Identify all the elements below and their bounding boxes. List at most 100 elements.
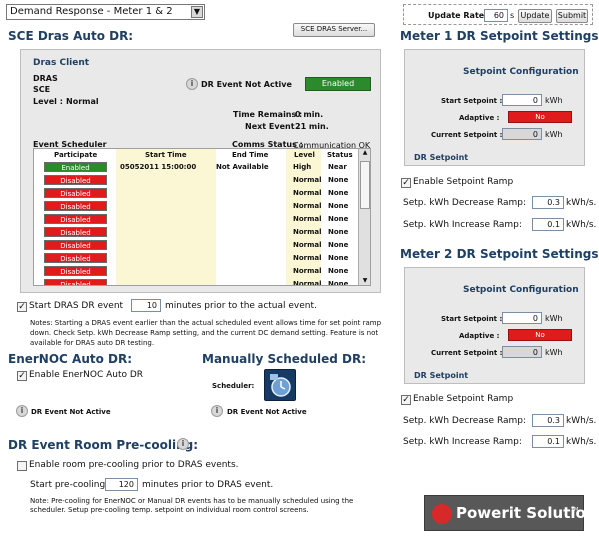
status-cell: None [328, 202, 349, 210]
level-cell: High [293, 163, 312, 171]
update-rate-input[interactable]: 60 [484, 9, 508, 22]
update-rate-unit: s [510, 11, 515, 20]
meter2-ramp-label: Enable Setpoint Ramp [413, 394, 514, 404]
participate-toggle[interactable]: Disabled [44, 227, 107, 237]
precool-note: Note: Pre-cooling for EnerNOC or Manual … [30, 497, 354, 514]
mode-select[interactable]: Demand Response - Meter 1 & 2 ▼ [6, 4, 205, 20]
manual-dr-status: DR Event Not Active [227, 408, 307, 416]
level-cell: Normal [293, 241, 322, 249]
participate-toggle[interactable]: Disabled [44, 266, 107, 276]
status-cell: Near [328, 163, 347, 171]
table-row: Disabled Normal None [34, 174, 354, 186]
status-cell: None [328, 228, 349, 236]
status-cell: None [328, 254, 349, 262]
meter2-increase-unit: kWh/s. [566, 437, 597, 447]
scheduler-icon[interactable] [264, 369, 296, 401]
meter2-title: Meter 2 DR Setpoint Settings: [400, 247, 599, 261]
meter1-increase-unit: kWh/s. [566, 220, 597, 230]
meter1-decrease-unit: kWh/s. [566, 198, 597, 208]
sce-dras-title: SCE Dras Auto DR: [8, 29, 134, 43]
update-rate-label: Update Rate [428, 11, 485, 20]
submit-button[interactable]: Submit [556, 9, 588, 23]
meter2-ramp-checkbox[interactable]: ✓ [401, 395, 411, 405]
meter1-increase-input[interactable]: 0.1 [532, 218, 564, 231]
time-remains-label: Time Remains : [233, 110, 303, 119]
status-cell: None [328, 189, 349, 197]
meter1-current-setpoint-unit: kWh [545, 130, 563, 139]
chevron-up-icon[interactable]: ▲ [359, 149, 370, 159]
start-dras-event-minutes[interactable]: 10 [131, 299, 161, 312]
dr-event-status: DR Event Not Active [201, 80, 292, 89]
start-dras-event-checkbox[interactable]: ✓ [17, 302, 27, 312]
level-cell: Normal [293, 215, 322, 223]
meter2-increase-input[interactable]: 0.1 [532, 435, 564, 448]
level-cell: Normal [293, 267, 322, 275]
meter2-decrease-input[interactable]: 0.3 [532, 414, 564, 427]
meter2-increase-label: Setp. kWh Increase Ramp: [403, 437, 522, 447]
table-row: Disabled Normal None [34, 278, 354, 285]
event-table: Participate Start Time End Time Level St… [33, 148, 371, 286]
level-cell: Normal [293, 228, 322, 236]
next-event-label: Next Event : [245, 122, 301, 131]
chevron-down-icon[interactable]: ▼ [359, 277, 370, 285]
precool-start-suffix: minutes prior to DRAS event. [142, 480, 274, 490]
meter1-start-setpoint-label: Start Setpoint : [441, 97, 503, 105]
next-event-value: 21 min. [295, 122, 329, 131]
meter2-adaptive-value: No [535, 331, 545, 339]
meter1-start-setpoint-input[interactable]: 0 [502, 94, 542, 106]
table-row: Disabled Normal None [34, 239, 354, 251]
participate-toggle[interactable]: Disabled [44, 201, 107, 211]
column-header-end-time: End Time [232, 151, 269, 159]
participate-toggle[interactable]: Disabled [44, 240, 107, 250]
meter2-config-title: Setpoint Configuration [463, 285, 579, 295]
participate-toggle[interactable]: Disabled [44, 214, 107, 224]
scrollbar-thumb[interactable] [360, 161, 370, 209]
start-time-cell: 05052011 15:00:00 [120, 163, 197, 171]
dras-client-title: Dras Client [33, 58, 90, 68]
status-cell: None [328, 215, 349, 223]
participate-toggle[interactable]: Disabled [44, 188, 107, 198]
update-button[interactable]: Update [518, 9, 552, 23]
enernoc-enable-checkbox[interactable]: ✓ [17, 371, 27, 381]
enabled-badge-text: Enabled [321, 79, 355, 88]
precool-enable-label: Enable room pre-cooling prior to DRAS ev… [29, 460, 239, 470]
manual-dr-title: Manually Scheduled DR: [202, 352, 367, 366]
info-icon: i [16, 405, 28, 417]
sce-dras-server-button[interactable]: SCE DRAS Server... [293, 23, 375, 37]
table-row: Disabled Normal None [34, 265, 354, 277]
column-header-participate: Participate [54, 151, 98, 159]
meter2-decrease-unit: kWh/s. [566, 416, 597, 426]
meter1-increase-label: Setp. kWh Increase Ramp: [403, 220, 522, 230]
precool-start-label: Start pre-cooling [30, 480, 106, 490]
chevron-down-icon[interactable]: ▼ [191, 6, 203, 18]
level-cell: Normal [293, 254, 322, 262]
dras-note: Notes: Starting a DRAS event earlier tha… [30, 319, 382, 347]
precool-start-minutes[interactable]: 120 [105, 478, 138, 491]
meter2-start-setpoint-unit: kWh [545, 314, 563, 323]
status-cell: None [328, 176, 349, 184]
participate-toggle[interactable]: Disabled [44, 175, 107, 185]
participate-toggle[interactable]: Disabled [44, 279, 107, 285]
participate-toggle[interactable]: Disabled [44, 253, 107, 263]
meter2-panel-footer: DR Setpoint [414, 371, 469, 380]
info-icon: i [177, 438, 189, 450]
meter2-decrease-label: Setp. kWh Decrease Ramp: [403, 416, 527, 426]
column-header-start-time: Start Time [145, 151, 187, 159]
participate-toggle[interactable]: Enabled [44, 162, 107, 172]
meter1-decrease-input[interactable]: 0.3 [532, 196, 564, 209]
enernoc-enable-label: Enable EnerNOC Auto DR [29, 370, 144, 380]
table-scrollbar[interactable]: ▲ ▼ [358, 149, 370, 285]
meter1-current-setpoint-value: 0 [502, 128, 542, 140]
meter1-ramp-checkbox[interactable]: ✓ [401, 178, 411, 188]
precool-enable-checkbox[interactable] [17, 461, 27, 471]
meter1-panel-footer: DR Setpoint [414, 153, 469, 162]
brand-tm: TM [571, 507, 579, 513]
meter2-start-setpoint-input[interactable]: 0 [502, 312, 542, 324]
table-row: Disabled Normal None [34, 200, 354, 212]
start-dras-event-label: Start DRAS DR event [29, 301, 124, 311]
powerit-logo: Powerit Solutions TM [424, 495, 599, 531]
level-value: Normal [66, 97, 99, 106]
level-cell: Normal [293, 189, 322, 197]
mode-select-value: Demand Response - Meter 1 & 2 [10, 6, 173, 17]
scheduler-label: Scheduler: [212, 382, 255, 390]
